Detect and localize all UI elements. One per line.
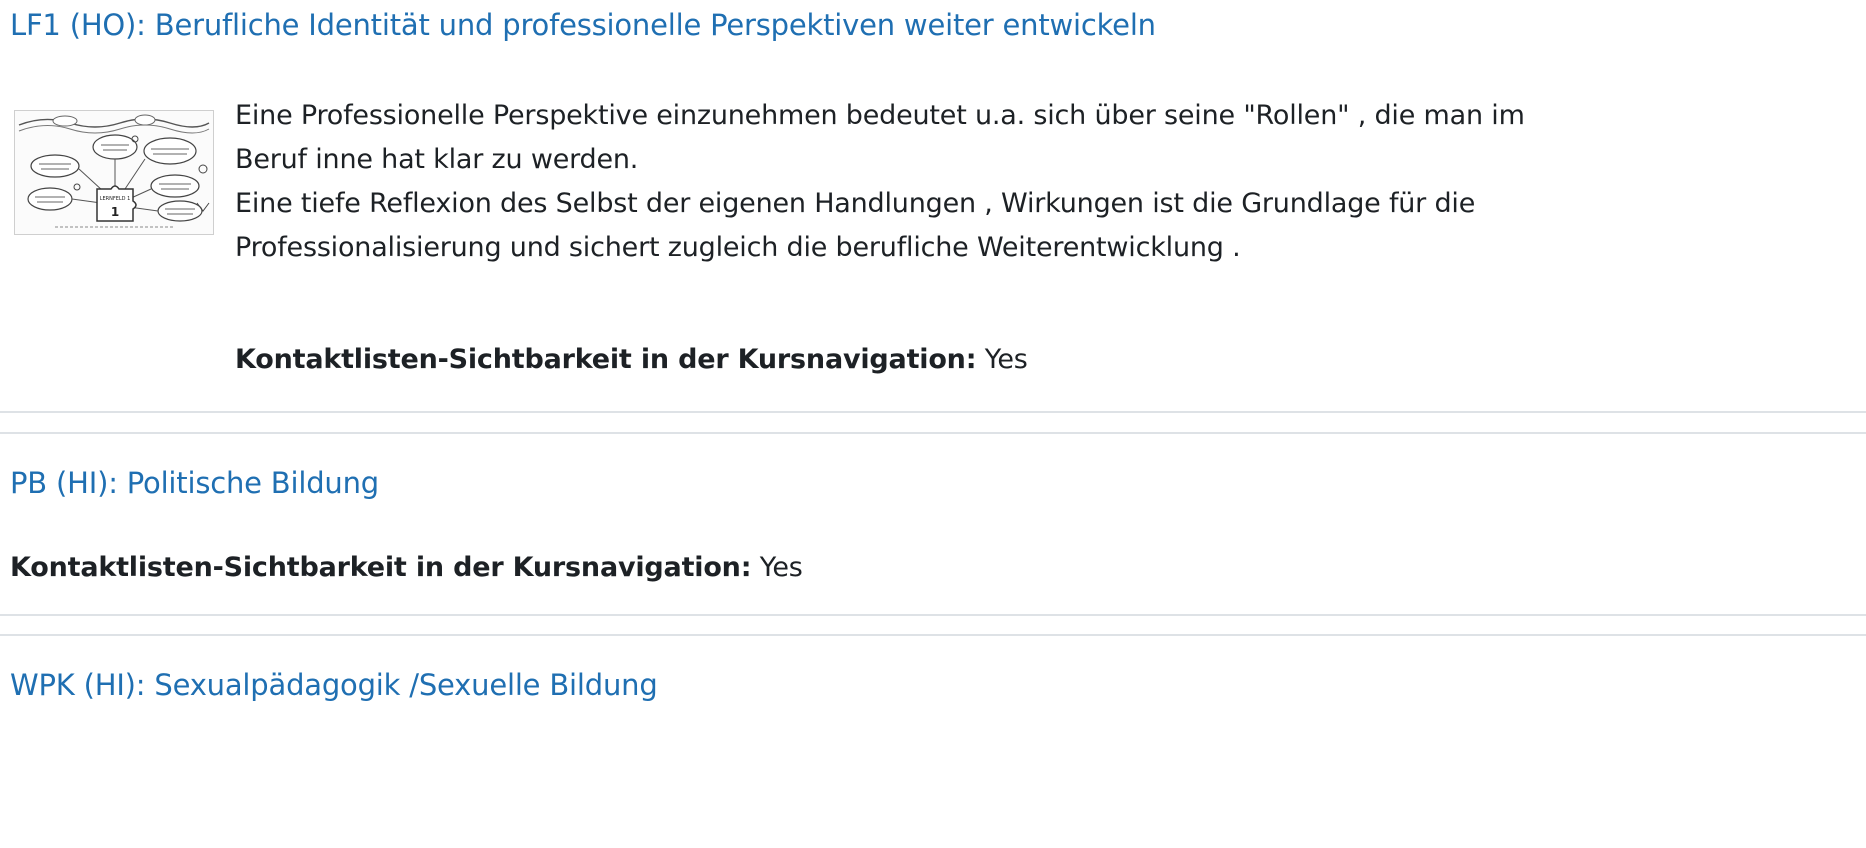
course-summary: Eine Professionelle Perspektive einzuneh… <box>235 94 1855 270</box>
divider <box>0 634 1866 636</box>
course-title-link[interactable]: PB (HI): Politische Bildung <box>10 466 379 500</box>
divider <box>0 614 1866 616</box>
contact-visibility-value: Yes <box>759 552 803 583</box>
contact-visibility: Kontaktlisten-Sichtbarkeit in der Kursna… <box>235 344 1028 375</box>
svg-text:1: 1 <box>111 205 119 219</box>
course-summary-image: LERNFELD 1 1 <box>14 110 214 235</box>
mindmap-sketch-icon: LERNFELD 1 1 <box>15 111 213 234</box>
course-title-link[interactable]: LF1 (HO): Berufliche Identität und profe… <box>10 8 1156 42</box>
summary-line: Professionalisierung und sichert zugleic… <box>235 232 1241 263</box>
contact-visibility: Kontaktlisten-Sichtbarkeit in der Kursna… <box>10 552 803 583</box>
contact-visibility-label: Kontaktlisten-Sichtbarkeit in der Kursna… <box>235 344 977 375</box>
divider <box>0 432 1866 434</box>
summary-line: Eine Professionelle Perspektive einzuneh… <box>235 100 1525 131</box>
summary-line: Eine tiefe Reflexion des Selbst der eige… <box>235 188 1476 219</box>
summary-line: Beruf inne hat klar zu werden. <box>235 144 639 175</box>
contact-visibility-value: Yes <box>984 344 1028 375</box>
svg-text:LERNFELD 1: LERNFELD 1 <box>100 196 131 202</box>
contact-visibility-label: Kontaktlisten-Sichtbarkeit in der Kursna… <box>10 552 752 583</box>
course-title-link[interactable]: WPK (HI): Sexualpädagogik /Sexuelle Bild… <box>10 668 658 702</box>
divider <box>0 411 1866 413</box>
